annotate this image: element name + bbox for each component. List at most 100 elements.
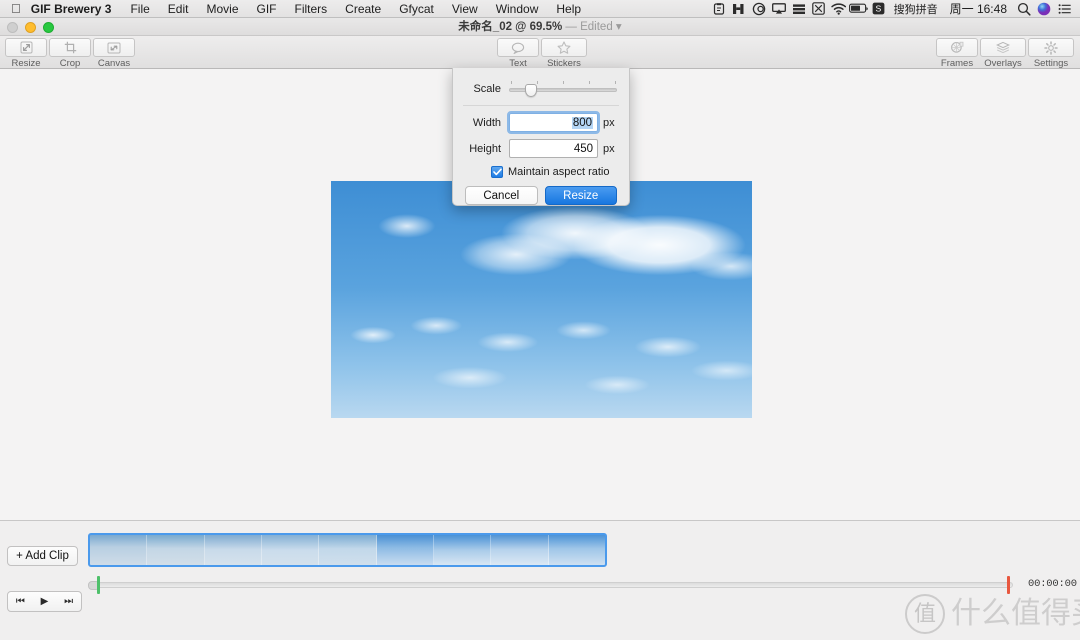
speech-bubble-icon [497,38,539,57]
scale-slider[interactable] [509,81,617,97]
toolbar-group-center: Text Stickers [496,38,588,69]
scale-label: Scale [473,83,501,95]
ime-badge-icon[interactable]: S [869,0,889,18]
scrubber-track[interactable] [88,582,1013,588]
height-unit-label: px [603,142,615,155]
menu-item-window[interactable]: Window [487,0,548,18]
macos-menu-bar:  GIF Brewery 3 File Edit Movie GIF Filt… [0,0,1080,18]
ime-label[interactable]: 搜狗拼音 [889,1,943,17]
app-root:  GIF Brewery 3 File Edit Movie GIF Filt… [0,0,1080,640]
checkmark-icon [492,168,502,176]
minimize-button[interactable] [25,22,36,33]
notification-center-icon[interactable] [1054,0,1074,18]
wifi-icon[interactable] [829,0,849,18]
airplay-icon[interactable] [769,0,789,18]
toolbar-label-overlays: Overlays [984,58,1022,69]
toolbar-button-text[interactable]: Text [496,38,540,69]
width-row: Width 800 px [453,106,629,134]
clip-thumbnail[interactable] [433,535,492,565]
window-controls [7,22,54,33]
toolbar-group-right: Frames Overlays Settings [935,38,1075,69]
scale-row: Scale [453,68,629,97]
maintain-aspect-ratio-checkbox[interactable] [491,166,503,178]
end-marker[interactable] [1007,576,1010,594]
svg-text:S: S [876,3,882,13]
clip-thumbnail[interactable] [319,535,377,565]
menu-item-gif[interactable]: GIF [248,0,286,18]
timecode-display: 00:00:00 [1028,578,1077,590]
toolbar-button-canvas[interactable]: Canvas [92,38,136,69]
menu-item-gfycat[interactable]: Gfycat [390,0,443,18]
timeline-scrubber[interactable] [88,576,1013,594]
menu-item-view[interactable]: View [443,0,487,18]
canvas-expand-icon [93,38,135,57]
window-title: 未命名_02 @ 69.5% — Edited ▾ [0,18,1080,36]
clip-thumbnail[interactable] [261,535,320,565]
resize-confirm-button[interactable]: Resize [544,186,617,205]
height-label: Height [469,142,501,155]
toolbar-button-frames[interactable]: Frames [935,38,979,69]
menu-item-movie[interactable]: Movie [197,0,247,18]
frames-film-icon [936,38,978,57]
toolbar-button-crop[interactable]: Crop [48,38,92,69]
add-clip-button[interactable]: + Add Clip [7,546,78,566]
menu-item-file[interactable]: File [121,0,158,18]
clip-thumbnail-strip[interactable] [88,533,607,567]
toolbar-label-frames: Frames [940,58,974,69]
shortcuts-icon[interactable] [729,0,749,18]
menu-app-name[interactable]: GIF Brewery 3 [30,0,122,18]
clip-thumbnail[interactable] [90,535,148,565]
battery-icon[interactable] [848,0,869,18]
clip-thumbnail[interactable] [376,535,434,565]
zoom-button[interactable] [43,22,54,33]
toolbar-label-resize: Resize [11,58,41,69]
toolbar-button-resize[interactable]: Resize [4,38,48,69]
gear-icon [1028,38,1074,57]
height-input-value: 450 [573,142,593,155]
creative-cloud-icon[interactable] [749,0,769,18]
toolbar-label-settings: Settings [1033,58,1069,69]
toolbar-button-overlays[interactable]: Overlays [979,38,1027,69]
skip-to-end-icon[interactable]: ⏭ [64,596,73,607]
transport-controls: ⏮ ▶ ⏭ [7,591,82,612]
maintain-aspect-ratio-row[interactable]: Maintain aspect ratio [453,158,629,178]
width-input-value: 800 [571,116,593,129]
skip-to-start-icon[interactable]: ⏮ [16,596,25,607]
height-input[interactable]: 450 [509,139,598,158]
sky-clouds-photo[interactable] [331,181,752,418]
menu-item-create[interactable]: Create [336,0,390,18]
width-input[interactable]: 800 [507,111,600,134]
slider-thumb[interactable] [524,84,537,97]
apple-logo-icon[interactable]:  [0,2,30,15]
toolbar-button-stickers[interactable]: Stickers [540,38,588,69]
start-marker[interactable] [97,576,100,594]
clipboard-icon[interactable] [709,0,729,18]
maintain-aspect-ratio-label: Maintain aspect ratio [508,166,610,178]
clip-thumbnail[interactable] [548,535,605,565]
resize-arrow-icon [5,38,47,57]
menu-item-filters[interactable]: Filters [286,0,337,18]
close-button[interactable] [7,22,18,33]
clip-thumbnail[interactable] [491,535,549,565]
menu-bar-status-area: S 搜狗拼音 周一 16:48 [709,0,1080,18]
sky-gradient [331,181,752,418]
chevron-down-icon[interactable]: ▾ [616,21,622,33]
clip-thumbnail[interactable] [147,535,205,565]
window-title-bar: 未命名_02 @ 69.5% — Edited ▾ [0,18,1080,36]
dialog-buttons: Cancel Resize [453,178,629,205]
search-icon[interactable] [1014,0,1034,18]
cancel-button[interactable]: Cancel [465,186,538,205]
play-icon[interactable]: ▶ [41,596,49,607]
width-unit-label: px [603,116,615,129]
siri-icon[interactable] [1034,0,1054,18]
toolbar-button-settings[interactable]: Settings [1027,38,1075,69]
stack-icon[interactable] [789,0,809,18]
clip-thumbnail[interactable] [204,535,262,565]
menu-item-edit[interactable]: Edit [159,0,198,18]
menu-item-help[interactable]: Help [547,0,590,18]
toolbar-label-canvas: Canvas [97,58,131,69]
menu-bar-clock[interactable]: 周一 16:48 [943,0,1014,17]
layers-icon [980,38,1026,57]
ime-grid-icon[interactable] [809,0,829,18]
resize-dialog: Scale Width 800 px Height 450 px Maintai… [452,68,630,206]
